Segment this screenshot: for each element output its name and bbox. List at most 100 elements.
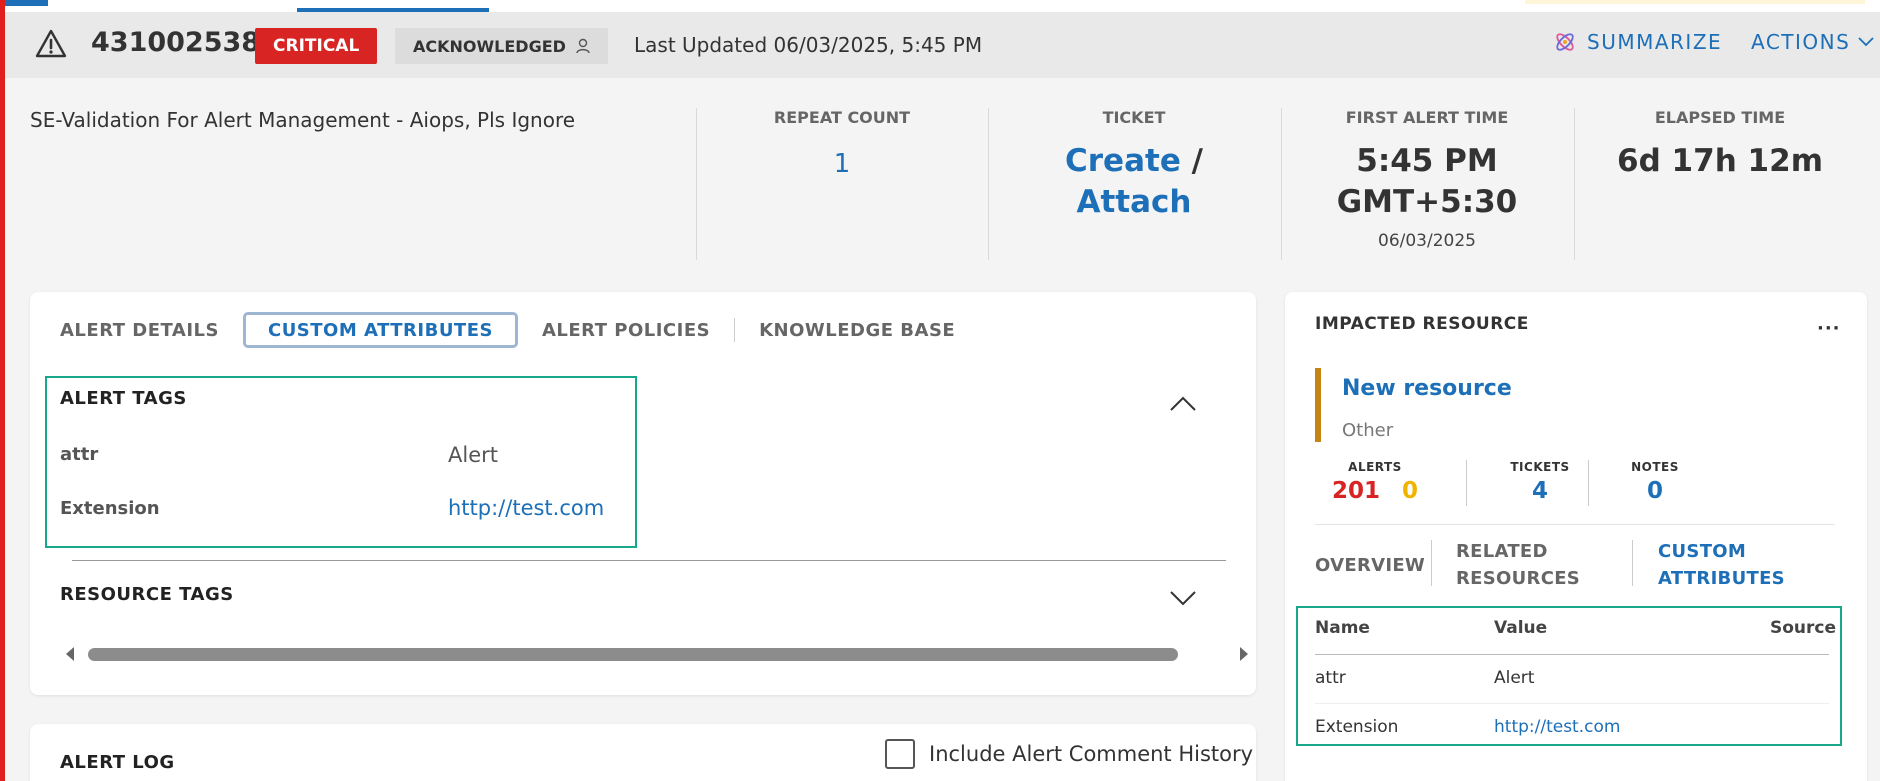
resource-divider	[1315, 524, 1835, 525]
more-options-icon[interactable]: ···	[1817, 318, 1841, 339]
notes-count: NOTES 0	[1605, 460, 1705, 504]
ticket-value: Create / Attach	[988, 141, 1280, 223]
chevron-down-icon	[1858, 37, 1874, 47]
impacted-resource-card: IMPACTED RESOURCE ··· New resource Other…	[1285, 292, 1867, 781]
tickets-count: TICKETS 4	[1485, 460, 1595, 504]
table-row-divider	[1315, 703, 1829, 704]
alert-tags-section: ALERT TAGS attr Alert Extension http://t…	[45, 376, 637, 548]
custom-tab-line1: CUSTOM	[1658, 541, 1747, 562]
alerts-critical-count[interactable]: 201	[1332, 478, 1380, 504]
alerts-count: ALERTS 201 0	[1315, 460, 1435, 504]
repeat-count-value[interactable]: 1	[696, 149, 988, 179]
column-header-source[interactable]: Source	[1770, 618, 1836, 638]
attr-value-link[interactable]: http://test.com	[1494, 717, 1620, 737]
ticket-label: TICKET	[1102, 108, 1166, 127]
count-divider	[1466, 460, 1467, 506]
alert-tags-title: ALERT TAGS	[60, 388, 187, 409]
horizontal-scrollbar[interactable]	[66, 644, 1248, 664]
tab-custom-attributes[interactable]: CUSTOM ATTRIBUTES	[242, 312, 518, 348]
tab-divider	[1632, 540, 1633, 586]
resource-status-bar	[1315, 368, 1321, 442]
chevron-up-icon[interactable]	[1170, 396, 1196, 412]
elapsed-time-stat: ELAPSED TIME 6d 17h 12m	[1574, 108, 1866, 182]
related-tab-line1: RELATED	[1456, 541, 1548, 562]
summarize-ai-icon	[1556, 33, 1574, 51]
severity-label: CRITICAL	[273, 36, 360, 56]
resource-name-link[interactable]: New resource	[1342, 376, 1512, 401]
notes-value[interactable]: 0	[1647, 478, 1663, 504]
include-history-label: Include Alert Comment History	[929, 742, 1254, 766]
actions-menu-button[interactable]: ACTIONS	[1751, 30, 1874, 54]
first-alert-date: 06/03/2025	[1378, 231, 1476, 251]
table-header-divider	[1315, 654, 1829, 655]
alert-detail-card: ALERT DETAILS CUSTOM ATTRIBUTES ALERT PO…	[30, 292, 1256, 695]
resource-type: Other	[1342, 420, 1394, 441]
alert-log-title: ALERT LOG	[60, 752, 175, 773]
attr-value-cell: Alert	[1494, 668, 1535, 688]
warning-triangle-icon	[35, 29, 67, 58]
first-alert-time-value: 5:45 PM GMT+5:30	[1281, 141, 1573, 223]
scroll-left-arrow[interactable]	[66, 647, 74, 661]
tab-resource-custom-attributes[interactable]: CUSTOM ATTRIBUTES	[1658, 538, 1785, 592]
actions-label: ACTIONS	[1751, 30, 1851, 54]
alert-id: 431002538	[91, 27, 261, 58]
tickets-value[interactable]: 4	[1532, 478, 1548, 504]
scrollbar-thumb[interactable]	[88, 648, 1178, 661]
column-header-value[interactable]: Value	[1494, 618, 1547, 638]
elapsed-time-label: ELAPSED TIME	[1654, 108, 1786, 127]
resource-tags-title: RESOURCE TAGS	[60, 584, 234, 605]
ticket-separator: /	[1180, 143, 1203, 179]
first-alert-tz: GMT+5:30	[1336, 184, 1518, 220]
top-accent	[0, 0, 48, 6]
alerts-label: ALERTS	[1348, 460, 1402, 474]
column-header-name[interactable]: Name	[1315, 618, 1370, 638]
include-history-checkbox[interactable]	[885, 739, 915, 769]
ticket-stat: TICKET Create / Attach	[988, 108, 1280, 223]
related-tab-line2: RESOURCES	[1456, 568, 1581, 589]
tab-related-resources[interactable]: RELATED RESOURCES	[1456, 538, 1580, 592]
person-icon	[576, 38, 590, 54]
attr-name-cell: Extension	[1315, 717, 1399, 737]
chevron-down-icon[interactable]	[1170, 590, 1196, 606]
last-updated: Last Updated 06/03/2025, 5:45 PM	[634, 33, 983, 57]
state-label: ACKNOWLEDGED	[413, 36, 566, 56]
tab-divider	[734, 318, 736, 342]
summarize-label: SUMMARIZE	[1587, 30, 1723, 54]
tickets-label: TICKETS	[1510, 460, 1570, 474]
include-history-option[interactable]: Include Alert Comment History	[885, 739, 1253, 769]
state-badge[interactable]: ACKNOWLEDGED	[395, 28, 608, 64]
scroll-right-arrow[interactable]	[1240, 647, 1248, 661]
repeat-count-label: REPEAT COUNT	[773, 108, 911, 127]
top-strip	[0, 0, 1880, 12]
tab-alert-details[interactable]: ALERT DETAILS	[60, 312, 237, 348]
tab-alert-policies[interactable]: ALERT POLICIES	[524, 312, 728, 348]
tag-key: attr	[60, 444, 99, 465]
severity-edge	[0, 0, 5, 781]
section-divider	[72, 560, 1226, 561]
top-highlight	[1525, 0, 1865, 4]
notes-label: NOTES	[1631, 460, 1679, 474]
first-alert-time-stat: FIRST ALERT TIME 5:45 PM GMT+5:30 06/03/…	[1281, 108, 1573, 251]
attach-ticket-link[interactable]: Attach	[1077, 184, 1192, 220]
alert-header: 431002538 CRITICAL ACKNOWLEDGED Last Upd…	[5, 12, 1880, 78]
tab-knowledge-base[interactable]: KNOWLEDGE BASE	[741, 312, 973, 348]
tag-value-link[interactable]: http://test.com	[448, 496, 604, 520]
impacted-resource-title: IMPACTED RESOURCE	[1315, 314, 1529, 334]
custom-tab-line2: ATTRIBUTES	[1658, 568, 1785, 589]
count-divider	[1588, 460, 1589, 506]
alerts-warning-count[interactable]: 0	[1402, 478, 1418, 504]
tab-overview[interactable]: OVERVIEW	[1315, 552, 1425, 579]
elapsed-time-value: 6d 17h 12m	[1617, 143, 1823, 179]
first-alert-time: 5:45 PM	[1356, 143, 1498, 179]
alert-log-card: ALERT LOG Include Alert Comment History	[30, 724, 1256, 781]
tag-value: Alert	[448, 443, 498, 467]
repeat-count-stat: REPEAT COUNT 1	[696, 108, 988, 179]
severity-badge: CRITICAL	[255, 28, 378, 64]
attr-name-cell: attr	[1315, 668, 1346, 688]
summarize-button[interactable]: SUMMARIZE	[1553, 30, 1722, 54]
alert-title: SE-Validation For Alert Management - Aio…	[30, 108, 576, 132]
detail-tabs: ALERT DETAILS CUSTOM ATTRIBUTES ALERT PO…	[60, 312, 973, 348]
tab-divider	[1431, 540, 1432, 586]
first-alert-time-label: FIRST ALERT TIME	[1345, 108, 1509, 127]
create-ticket-link[interactable]: Create	[1065, 143, 1181, 179]
